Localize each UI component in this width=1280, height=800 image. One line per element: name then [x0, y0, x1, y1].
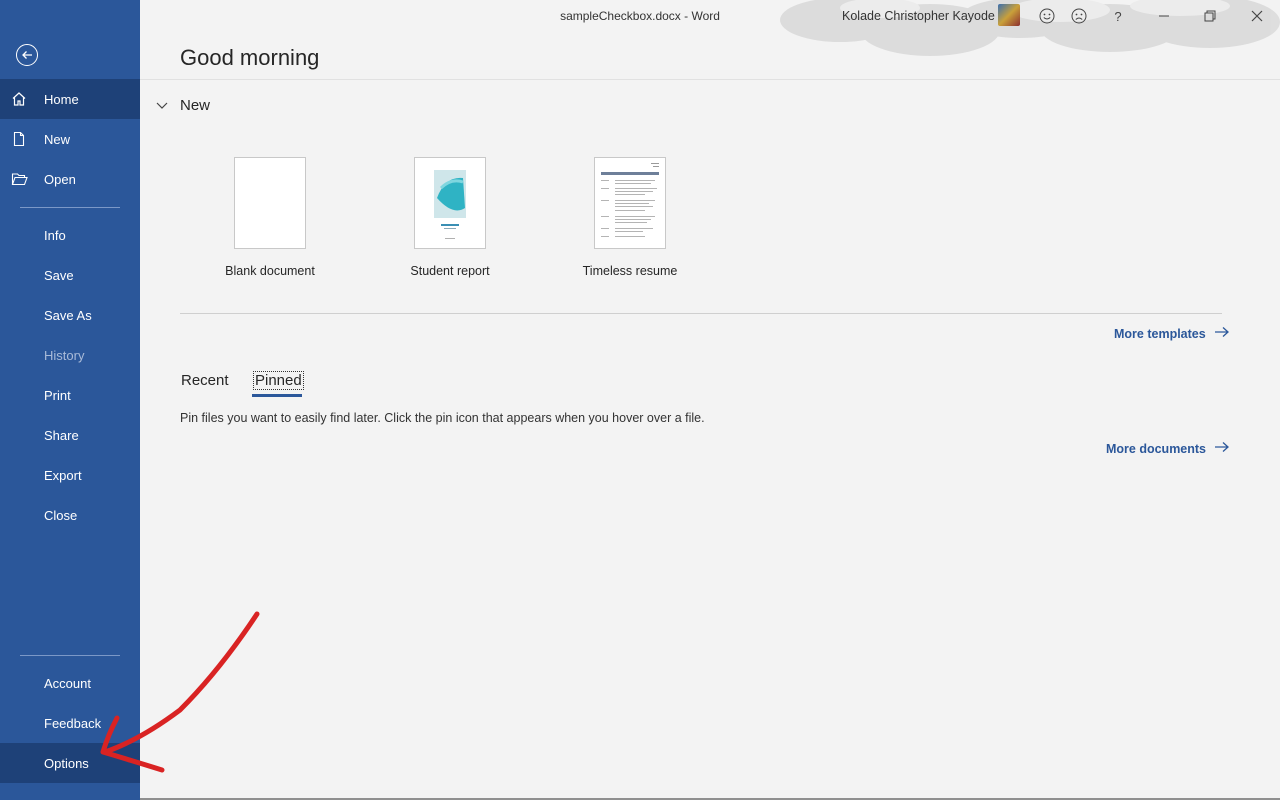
template-thumbnail	[414, 157, 486, 249]
sidebar-divider	[20, 655, 120, 656]
tab-selected-indicator	[252, 394, 302, 397]
avatar[interactable]	[998, 4, 1020, 26]
chevron-down-icon	[156, 97, 170, 114]
sidebar-item-save[interactable]: Save	[0, 255, 140, 295]
title-bar: sampleCheckbox.docx - Word Kolade Christ…	[140, 0, 1280, 56]
sidebar-item-print[interactable]: Print	[0, 375, 140, 415]
pinned-empty-message: Pin files you want to easily find later.…	[180, 411, 705, 425]
sidebar-item-label: History	[44, 347, 85, 363]
link-label: More documents	[1106, 441, 1207, 456]
sidebar-item-open[interactable]: Open	[0, 159, 140, 199]
sidebar-item-label: Open	[44, 171, 76, 187]
sidebar-item-options[interactable]: Options	[0, 743, 140, 783]
sidebar-item-label: Print	[44, 387, 71, 403]
more-templates-link[interactable]: More templates	[1114, 326, 1230, 341]
template-student-report[interactable]: Student report	[360, 157, 540, 278]
template-blank-document[interactable]: Blank document	[180, 157, 360, 278]
header-divider	[140, 79, 1280, 80]
sidebar-item-label: Account	[44, 675, 91, 691]
annotation-arrow-icon	[100, 611, 260, 773]
smile-feedback-icon[interactable]	[1037, 6, 1057, 26]
sidebar-item-label: Export	[44, 467, 82, 483]
sidebar-item-account[interactable]: Account	[0, 663, 140, 703]
template-name: Student report	[410, 264, 490, 278]
sidebar-item-label: New	[44, 131, 71, 147]
tab-recent[interactable]: Recent	[181, 372, 229, 389]
section-title: New	[180, 97, 211, 114]
section-divider	[180, 313, 1222, 314]
new-section-toggle[interactable]: New	[156, 97, 210, 114]
tab-label: Pinned	[253, 371, 304, 390]
sidebar-item-history: History	[0, 335, 140, 375]
sidebar-item-close[interactable]: Close	[0, 495, 140, 535]
template-thumbnail	[234, 157, 306, 249]
sidebar-item-label: Options	[44, 755, 89, 771]
sidebar-item-feedback[interactable]: Feedback	[0, 703, 140, 743]
sidebar-item-export[interactable]: Export	[0, 455, 140, 495]
tab-pinned[interactable]: Pinned	[253, 371, 304, 390]
sidebar-item-label: Close	[44, 507, 78, 523]
close-icon[interactable]	[1247, 6, 1267, 26]
restore-icon[interactable]	[1200, 6, 1220, 26]
minimize-icon[interactable]	[1154, 6, 1174, 26]
sidebar-item-label: Feedback	[44, 715, 102, 731]
sidebar-divider	[20, 207, 120, 208]
frown-feedback-icon[interactable]	[1069, 6, 1089, 26]
more-documents-link[interactable]: More documents	[1106, 441, 1230, 456]
template-name: Blank document	[225, 264, 315, 278]
back-button[interactable]	[16, 44, 38, 66]
sidebar-item-label: Home	[44, 91, 79, 107]
sidebar-item-save-as[interactable]: Save As	[0, 295, 140, 335]
sidebar-item-info[interactable]: Info	[0, 215, 140, 255]
new-document-icon	[0, 131, 44, 147]
sidebar-item-label: Share	[44, 427, 79, 443]
back-arrow-icon	[22, 51, 32, 59]
tab-label: Recent	[181, 372, 229, 389]
template-timeless-resume[interactable]: Timeless resume	[540, 157, 720, 278]
arrow-right-icon	[1214, 326, 1230, 341]
link-label: More templates	[1114, 326, 1206, 341]
help-button[interactable]: ?	[1108, 6, 1128, 26]
user-name[interactable]: Kolade Christopher Kayode	[842, 9, 995, 23]
folder-open-icon	[0, 171, 44, 187]
template-name: Timeless resume	[582, 264, 678, 278]
sidebar-item-share[interactable]: Share	[0, 415, 140, 455]
sidebar-item-label: Info	[44, 227, 66, 243]
home-icon	[0, 91, 44, 107]
page-title: Good morning	[180, 45, 320, 70]
sidebar-item-home[interactable]: Home	[0, 79, 140, 119]
backstage-sidebar: Home New Open Info Save Save As History …	[0, 0, 140, 800]
sidebar-item-label: Save As	[44, 307, 92, 323]
arrow-right-icon	[1214, 441, 1230, 456]
sidebar-item-new[interactable]: New	[0, 119, 140, 159]
template-thumbnail	[594, 157, 666, 249]
sidebar-item-label: Save	[44, 267, 74, 283]
